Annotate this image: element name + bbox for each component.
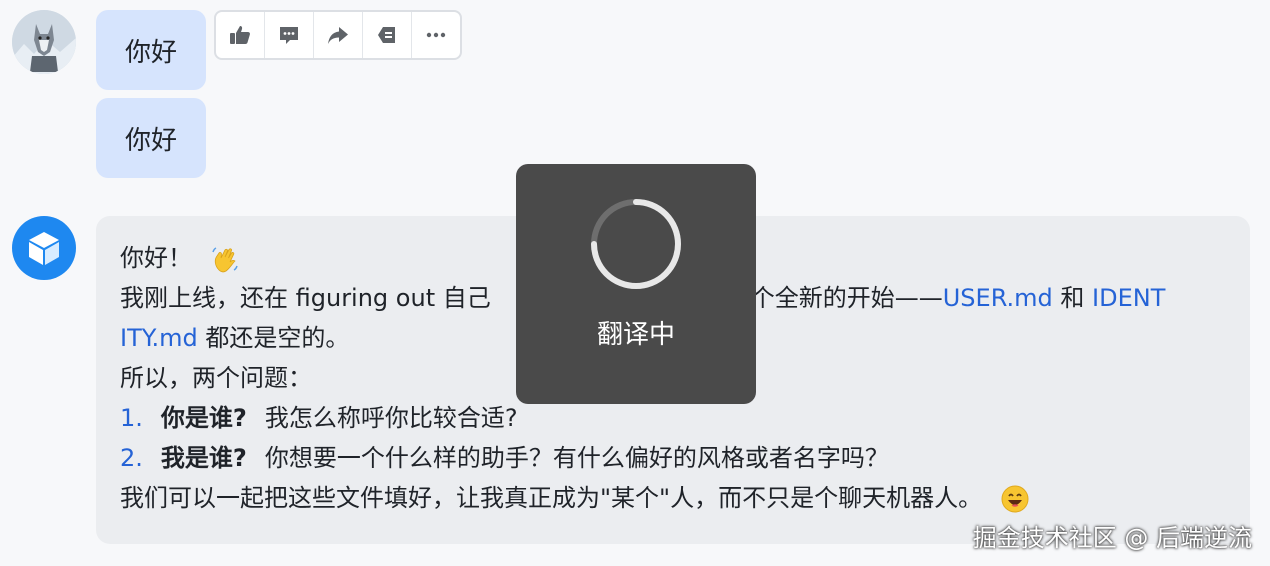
list-number: 2.	[120, 444, 143, 472]
loading-spinner-icon	[591, 199, 681, 289]
bot-avatar[interactable]	[12, 216, 76, 280]
list-number: 1.	[120, 404, 143, 432]
question-title: 我是谁?	[160, 444, 247, 472]
chat-window: 你好 你好 你好！ 我刚上线，还在 figuring out 自己 个全新的开始…	[0, 0, 1270, 566]
more-button[interactable]	[412, 12, 460, 58]
user-message-text: 你好	[124, 125, 177, 156]
share-icon	[328, 27, 348, 44]
grinning-face-icon	[1001, 485, 1029, 513]
files-status-text: 都还是空的。	[197, 324, 350, 352]
and-text: 和	[1052, 284, 1093, 312]
copy-icon	[378, 27, 395, 43]
intro-text-mid: 个全新的开始——	[750, 284, 943, 312]
user-message-text: 你好	[124, 37, 177, 68]
greeting-text: 你好！	[120, 244, 192, 272]
question-text: 我怎么称呼你比较合适?	[264, 404, 518, 432]
closing-line: 我们可以一起把这些文件填好，让我真正成为"某个"人，而不只是个聊天机器人。	[120, 478, 1226, 518]
comment-icon	[280, 27, 298, 44]
share-button[interactable]	[314, 12, 363, 58]
comment-button[interactable]	[265, 12, 314, 58]
closing-text: 我们可以一起把这些文件填好，让我真正成为"某个"人，而不只是个聊天机器人。	[120, 484, 983, 512]
wolf-avatar-image	[12, 10, 76, 74]
question-1: 1. 你是谁? 我怎么称呼你比较合适?	[120, 398, 1226, 438]
user-message-bubble[interactable]: 你好	[96, 10, 206, 90]
message-action-toolbar	[214, 10, 462, 60]
question-text: 你想要一个什么样的助手？有什么偏好的风格或者名字吗？	[264, 444, 889, 472]
user-message-bubble[interactable]: 你好	[96, 98, 206, 178]
intro-text-start: 我刚上线，还在 figuring out 自己	[120, 284, 491, 312]
waving-hand-icon	[211, 247, 238, 273]
copy-button[interactable]	[363, 12, 412, 58]
question-2: 2. 我是谁? 你想要一个什么样的助手？有什么偏好的风格或者名字吗？	[120, 438, 1226, 478]
identity-md-link-part2[interactable]: ITY.md	[120, 324, 198, 352]
more-icon	[426, 32, 446, 38]
watermark: 掘金技术社区 @ 后端逆流	[972, 524, 1252, 552]
user-md-link[interactable]: USER.md	[943, 284, 1053, 312]
thumbs-up-icon	[230, 26, 250, 44]
like-button[interactable]	[216, 12, 265, 58]
loading-text: 翻译中	[596, 320, 675, 350]
translating-overlay: 翻译中	[516, 164, 756, 404]
user-avatar[interactable]	[12, 10, 76, 74]
cube-icon	[29, 232, 59, 265]
identity-md-link-part1[interactable]: IDENT	[1092, 284, 1165, 312]
question-title: 你是谁?	[160, 404, 247, 432]
